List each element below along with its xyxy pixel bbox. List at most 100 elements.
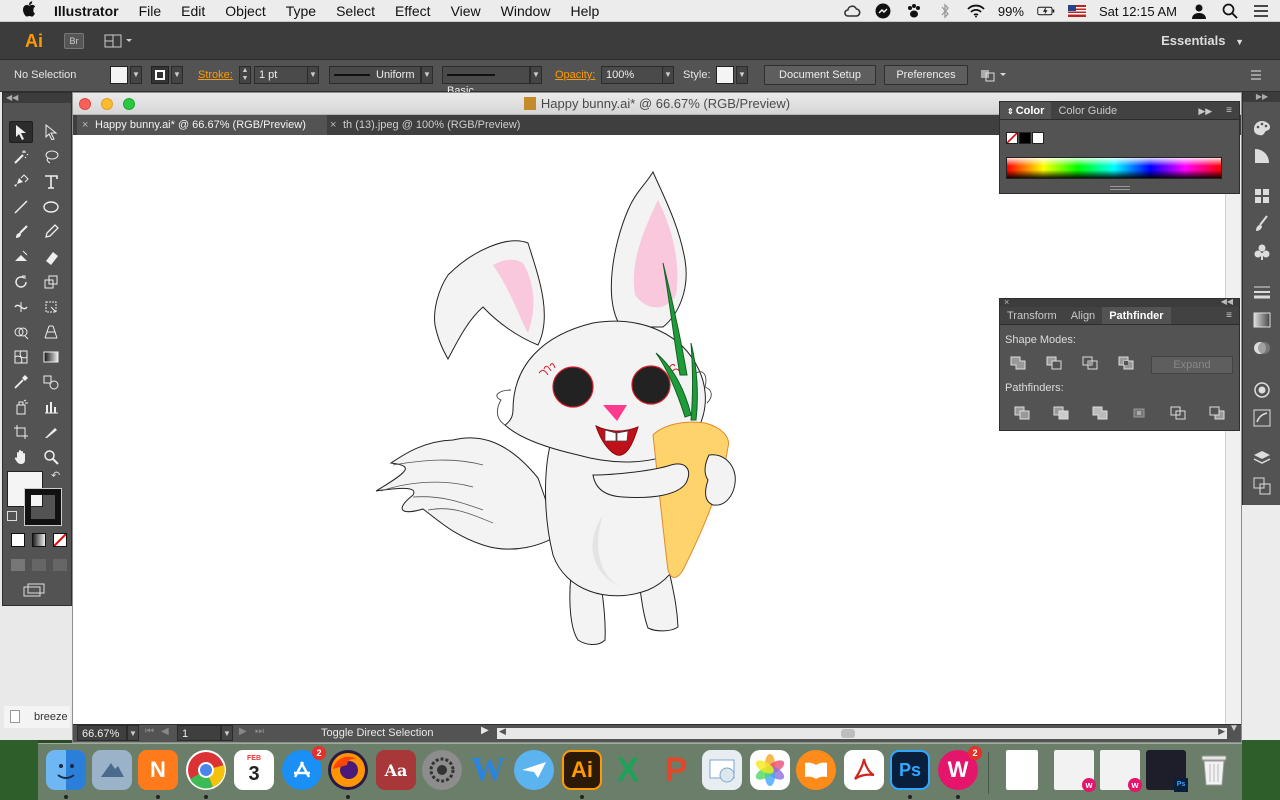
mail-app-icon[interactable] — [514, 750, 554, 790]
style-dropdown[interactable]: ▼ — [736, 66, 748, 84]
change-screen-mode-button[interactable] — [23, 583, 45, 597]
paw-icon[interactable] — [905, 3, 923, 19]
eyedropper-tool[interactable] — [9, 371, 33, 393]
close-tab-icon[interactable]: × — [330, 115, 336, 135]
dock-collapse[interactable]: ▶▶ — [1243, 92, 1280, 102]
trash-icon[interactable] — [1194, 750, 1234, 790]
arrange-documents-button[interactable] — [104, 33, 134, 49]
user-icon[interactable] — [1190, 3, 1208, 19]
brush-dropdown[interactable]: ▼ — [530, 66, 542, 84]
transparency-icon[interactable] — [1252, 338, 1272, 358]
artboard-tool[interactable] — [9, 421, 33, 443]
expand-button[interactable]: Expand — [1151, 356, 1233, 374]
close-panel-icon[interactable]: × — [1004, 297, 1009, 307]
clock[interactable]: Sat 12:15 AM — [1099, 4, 1177, 19]
artboard-number-field[interactable]: 1 — [177, 725, 221, 741]
panel-expand-icon[interactable]: ▶▶ — [1191, 102, 1219, 119]
photoshop-app-icon[interactable]: Ps — [890, 750, 930, 790]
stroke-swatch[interactable] — [151, 66, 169, 84]
bluetooth-icon[interactable] — [936, 3, 954, 19]
tab-color[interactable]: ⇕ Color — [1000, 102, 1052, 119]
tab-align[interactable]: Align — [1064, 307, 1102, 324]
default-fill-stroke-icon[interactable] — [7, 511, 17, 521]
go-to-bridge-button[interactable]: Br — [64, 33, 84, 49]
symbols-icon[interactable] — [1252, 242, 1272, 262]
gradient-tool[interactable] — [39, 346, 63, 368]
outline-button[interactable] — [1169, 405, 1187, 421]
messenger-icon[interactable] — [874, 3, 892, 19]
color-spectrum[interactable] — [1006, 157, 1222, 179]
shaper-tool[interactable] — [9, 246, 33, 268]
profile-dropdown[interactable]: ▼ — [421, 66, 433, 84]
wifi-icon[interactable] — [967, 3, 985, 19]
menu-view[interactable]: View — [441, 3, 491, 19]
document-setup-button[interactable]: Document Setup — [764, 65, 876, 85]
chrome-app-icon[interactable] — [186, 750, 226, 790]
shape-builder-tool[interactable] — [9, 321, 33, 343]
workspace-switcher[interactable]: Essentials ▼ — [1161, 33, 1244, 48]
white-swatch[interactable] — [1032, 132, 1044, 144]
brush-definition[interactable]: Basic — [442, 66, 530, 97]
close-window-button[interactable] — [79, 98, 91, 110]
minimize-window-button[interactable] — [101, 98, 113, 110]
fill-swatch[interactable] — [110, 66, 128, 84]
gradient-panel-icon[interactable] — [1252, 310, 1272, 330]
menu-object[interactable]: Object — [215, 3, 275, 19]
norton-app-icon[interactable]: N — [138, 750, 178, 790]
menu-app-name[interactable]: Illustrator — [40, 3, 129, 19]
photos-app-icon[interactable] — [750, 750, 790, 790]
desktop-file-item[interactable]: breeze — [4, 706, 70, 728]
merge-button[interactable] — [1091, 405, 1109, 421]
scroll-thumb[interactable] — [841, 729, 855, 738]
word-app-icon[interactable]: W — [468, 750, 508, 790]
mesh-tool[interactable] — [9, 346, 33, 368]
acrobat-app-icon[interactable] — [844, 750, 884, 790]
screenshot-thumbnail[interactable]: Ps — [1146, 750, 1188, 792]
excel-app-icon[interactable]: X — [608, 750, 648, 790]
rotate-tool[interactable] — [9, 271, 33, 293]
color-mode-button[interactable] — [11, 533, 25, 547]
creative-cloud-icon[interactable] — [843, 3, 861, 19]
opacity-field[interactable]: 100% — [601, 66, 663, 84]
tab-pathfinder[interactable]: Pathfinder — [1102, 307, 1171, 324]
brushes-icon[interactable] — [1252, 214, 1272, 234]
spotlight-search-icon[interactable] — [1221, 3, 1239, 19]
close-tab-icon[interactable]: × — [82, 115, 88, 135]
first-artboard-icon[interactable]: ⏮ — [145, 726, 154, 737]
pathfinder-panel-header[interactable]: × ◀◀ — [1000, 297, 1239, 307]
powerpoint-app-icon[interactable]: P — [656, 750, 696, 790]
width-tool[interactable] — [9, 296, 33, 318]
preview-stamp-icon[interactable] — [702, 750, 742, 790]
swap-fill-stroke-icon[interactable]: ↶ — [51, 469, 60, 482]
tab-happy-bunny[interactable]: × Happy bunny.ai* @ 66.67% (RGB/Preview) — [77, 115, 327, 135]
perspective-grid-tool[interactable] — [39, 321, 63, 343]
recent-file-thumbnail-2[interactable]: w — [1100, 750, 1142, 792]
intersect-button[interactable] — [1081, 355, 1099, 371]
ibooks-app-icon[interactable] — [796, 750, 836, 790]
color-panel-icon[interactable] — [1252, 118, 1272, 138]
minus-back-button[interactable] — [1208, 405, 1226, 421]
paintbrush-tool[interactable] — [9, 221, 33, 243]
tab-transform[interactable]: Transform — [1000, 307, 1064, 324]
menu-effect[interactable]: Effect — [385, 3, 441, 19]
pencil-tool[interactable] — [39, 221, 63, 243]
panel-resize-handle[interactable] — [1110, 186, 1130, 190]
calendar-app-icon[interactable]: FEB 3 — [234, 750, 274, 790]
panel-menu-icon[interactable]: ≡ — [1219, 102, 1239, 119]
unite-button[interactable] — [1009, 355, 1027, 371]
draw-normal-button[interactable] — [11, 559, 25, 571]
graphic-style-swatch[interactable] — [716, 66, 734, 84]
color-guide-icon[interactable] — [1252, 146, 1272, 166]
draw-behind-button[interactable] — [32, 559, 46, 571]
menu-type[interactable]: Type — [276, 3, 326, 19]
opacity-label[interactable]: Opacity: — [555, 69, 595, 81]
arrange-icon[interactable] — [980, 68, 1008, 85]
line-segment-tool[interactable] — [9, 196, 33, 218]
crop-button[interactable] — [1130, 405, 1148, 421]
black-swatch[interactable] — [1019, 132, 1031, 144]
none-swatch[interactable] — [1006, 132, 1018, 144]
notification-center-icon[interactable] — [1252, 3, 1270, 19]
artboards-icon[interactable] — [1252, 476, 1272, 496]
zoom-dropdown[interactable]: ▼ — [127, 725, 139, 741]
stroke-weight-dropdown[interactable]: ▼ — [307, 66, 319, 84]
